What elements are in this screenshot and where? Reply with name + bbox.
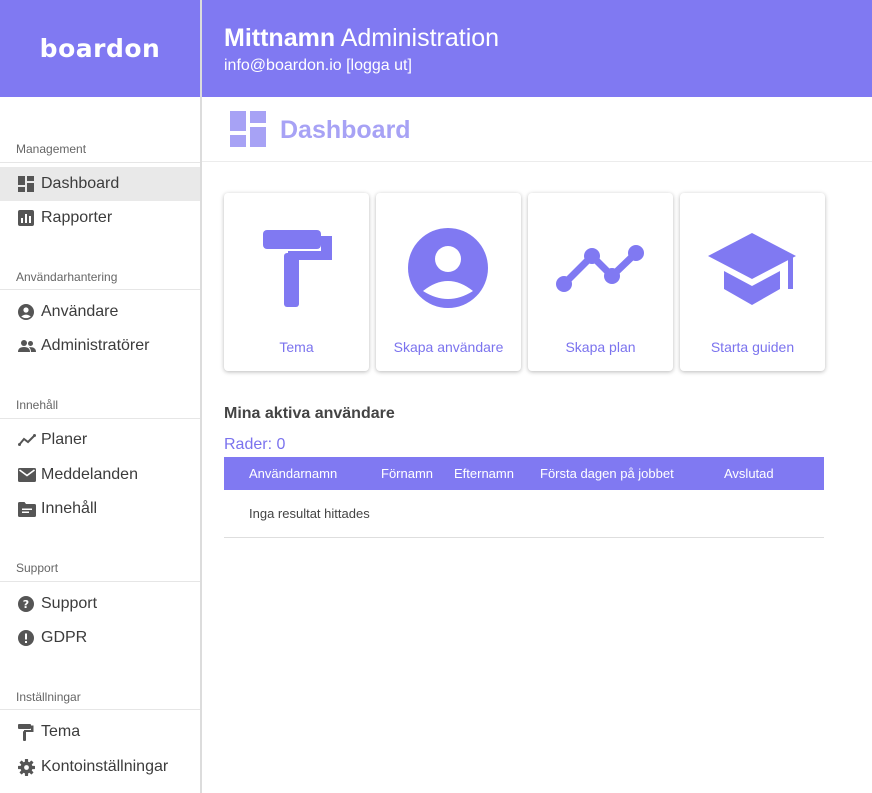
- timeline-icon: [556, 245, 644, 292]
- sidebar-item-administratorer[interactable]: Administratörer: [0, 329, 200, 363]
- mail-icon: [18, 468, 36, 482]
- card-skapa-plan[interactable]: Skapa plan: [528, 193, 673, 371]
- header-title: Mittnamn Administration: [224, 24, 499, 53]
- sidebar-item-support[interactable]: ? Support: [0, 587, 200, 621]
- logo-area[interactable]: boardon: [0, 0, 200, 97]
- users-table-header: Användarnamn Förnamn Efternamn Första da…: [224, 457, 824, 490]
- sidebar: Management Dashboard Rapporter Användarh…: [0, 97, 200, 793]
- sidebar-item-tema[interactable]: Tema: [0, 715, 200, 749]
- help-icon: ?: [18, 596, 34, 612]
- active-users-heading: Mina aktiva användare: [224, 405, 395, 422]
- section-title-anvandarhantering: Användarhantering: [16, 270, 118, 284]
- column-header-first-day[interactable]: Första dagen på jobbet: [540, 466, 674, 481]
- sidebar-item-innehall[interactable]: Innehåll: [0, 492, 200, 526]
- card-starta-guiden[interactable]: Starta guiden: [680, 193, 825, 371]
- sidebar-item-label: Kontoinställningar: [41, 758, 169, 775]
- sidebar-item-planer[interactable]: Planer: [0, 423, 200, 457]
- section-title-installningar: Inställningar: [16, 690, 81, 704]
- svg-text:?: ?: [23, 598, 29, 611]
- sidebar-item-label: Innehåll: [41, 500, 98, 517]
- account-circle-icon: [408, 228, 488, 308]
- section-divider: [0, 289, 200, 290]
- logo[interactable]: boardon: [40, 34, 161, 63]
- sidebar-item-label: Tema: [41, 723, 81, 740]
- sidebar-item-meddelanden[interactable]: Meddelanden: [0, 458, 200, 492]
- sidebar-item-label: Rapporter: [41, 209, 113, 226]
- page-title: Dashboard: [280, 116, 411, 144]
- empty-table-message: Inga resultat hittades: [249, 506, 370, 521]
- section-divider: [0, 709, 200, 710]
- sidebar-item-label: Meddelanden: [41, 466, 138, 483]
- table-bottom-divider: [224, 537, 824, 538]
- card-label: Skapa användare: [393, 339, 504, 355]
- column-header-firstname[interactable]: Förnamn: [381, 466, 433, 481]
- paint-roller-icon: [263, 230, 332, 307]
- account-name: Mittnamn: [224, 24, 336, 52]
- folder-icon: [18, 501, 36, 517]
- section-divider: [0, 581, 200, 582]
- header-title-suffix: Administration: [340, 24, 500, 52]
- dashboard-icon: [18, 176, 34, 192]
- dashboard-icon: [230, 111, 266, 147]
- account-email[interactable]: info@boardon.io [logga ut]: [224, 57, 412, 75]
- sidebar-item-anvandare[interactable]: Användare: [0, 295, 200, 329]
- timeline-icon: [18, 434, 36, 446]
- card-skapa-anvandare[interactable]: Skapa användare: [376, 193, 521, 371]
- alert-icon: [18, 630, 34, 646]
- sidebar-item-rapporter[interactable]: Rapporter: [0, 201, 200, 235]
- page-title-bar: Dashboard: [202, 97, 872, 162]
- card-label: Tema: [279, 339, 314, 355]
- people-icon: [18, 340, 36, 352]
- section-divider: [0, 162, 200, 163]
- section-title-innehall: Innehåll: [16, 398, 59, 412]
- sidebar-item-label: GDPR: [41, 629, 88, 646]
- section-title-support: Support: [16, 561, 59, 575]
- sidebar-item-dashboard[interactable]: Dashboard: [0, 167, 200, 201]
- sidebar-item-kontoinstallningar[interactable]: Kontoinställningar: [0, 750, 200, 784]
- sidebar-item-label: Användare: [41, 303, 119, 320]
- header: Mittnamn Administration info@boardon.io …: [202, 0, 872, 97]
- card-label: Skapa plan: [565, 339, 636, 355]
- graduation-cap-icon: [708, 233, 796, 305]
- paint-roller-icon: [18, 723, 34, 741]
- bar-chart-icon: [18, 210, 34, 226]
- section-title-management: Management: [16, 142, 87, 156]
- account-circle-icon: [18, 304, 34, 320]
- section-divider: [0, 418, 200, 419]
- sidebar-item-label: Dashboard: [41, 175, 120, 192]
- rows-count: Rader: 0: [224, 436, 286, 453]
- column-header-username[interactable]: Användarnamn: [249, 466, 337, 481]
- sidebar-item-label: Planer: [41, 431, 88, 448]
- column-header-lastname[interactable]: Efternamn: [454, 466, 514, 481]
- card-label: Starta guiden: [710, 339, 795, 355]
- gear-icon: [18, 758, 35, 776]
- sidebar-item-label: Administratörer: [41, 337, 150, 354]
- sidebar-item-gdpr[interactable]: GDPR: [0, 621, 200, 655]
- sidebar-item-label: Support: [41, 595, 98, 612]
- column-header-ended[interactable]: Avslutad: [724, 466, 774, 481]
- card-tema[interactable]: Tema: [224, 193, 369, 371]
